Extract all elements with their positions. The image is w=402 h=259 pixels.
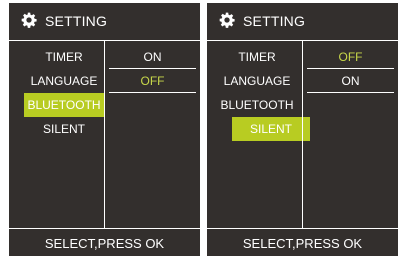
menu-item-bluetooth[interactable]: BLUETOOTH <box>212 93 302 117</box>
option-divider <box>307 92 394 93</box>
divider-bottom <box>9 228 200 229</box>
menu-item-silent[interactable]: SILENT <box>24 117 104 141</box>
option-off[interactable]: OFF <box>105 69 200 93</box>
options-list: OFF ON <box>303 45 398 93</box>
menu-item-timer[interactable]: TIMER <box>212 45 302 69</box>
divider-bottom <box>207 228 398 229</box>
header-title: SETTING <box>45 13 108 29</box>
footer-hint: SELECT,PRESS OK <box>242 236 363 251</box>
option-label: OFF <box>338 50 363 64</box>
option-on[interactable]: ON <box>303 69 398 93</box>
settings-menu: TIMER LANGUAGE BLUETOOTH SILENT <box>207 45 310 141</box>
option-divider <box>109 92 196 93</box>
settings-screen-left: SETTING TIMER LANGUAGE BLUETOOTH SILENT … <box>9 3 200 256</box>
option-label: ON <box>143 50 162 64</box>
menu-item-language[interactable]: LANGUAGE <box>24 69 104 93</box>
option-off[interactable]: OFF <box>303 45 398 69</box>
settings-menu: TIMER LANGUAGE BLUETOOTH SILENT <box>9 45 104 141</box>
footer-hint: SELECT,PRESS OK <box>44 236 165 251</box>
menu-item-timer[interactable]: TIMER <box>24 45 104 69</box>
gear-icon <box>219 12 235 28</box>
menu-item-silent[interactable]: SILENT <box>232 117 310 141</box>
header-title: SETTING <box>243 13 306 29</box>
header: SETTING <box>9 3 200 37</box>
settings-screen-right: SETTING TIMER LANGUAGE BLUETOOTH SILENT … <box>207 3 398 256</box>
option-label: OFF <box>140 74 165 88</box>
gear-icon <box>21 12 37 28</box>
header: SETTING <box>207 3 398 37</box>
option-on[interactable]: ON <box>105 45 200 69</box>
option-label: ON <box>341 74 360 88</box>
options-list: ON OFF <box>105 45 200 93</box>
menu-item-language[interactable]: LANGUAGE <box>212 69 302 93</box>
menu-item-bluetooth[interactable]: BLUETOOTH <box>24 93 104 117</box>
